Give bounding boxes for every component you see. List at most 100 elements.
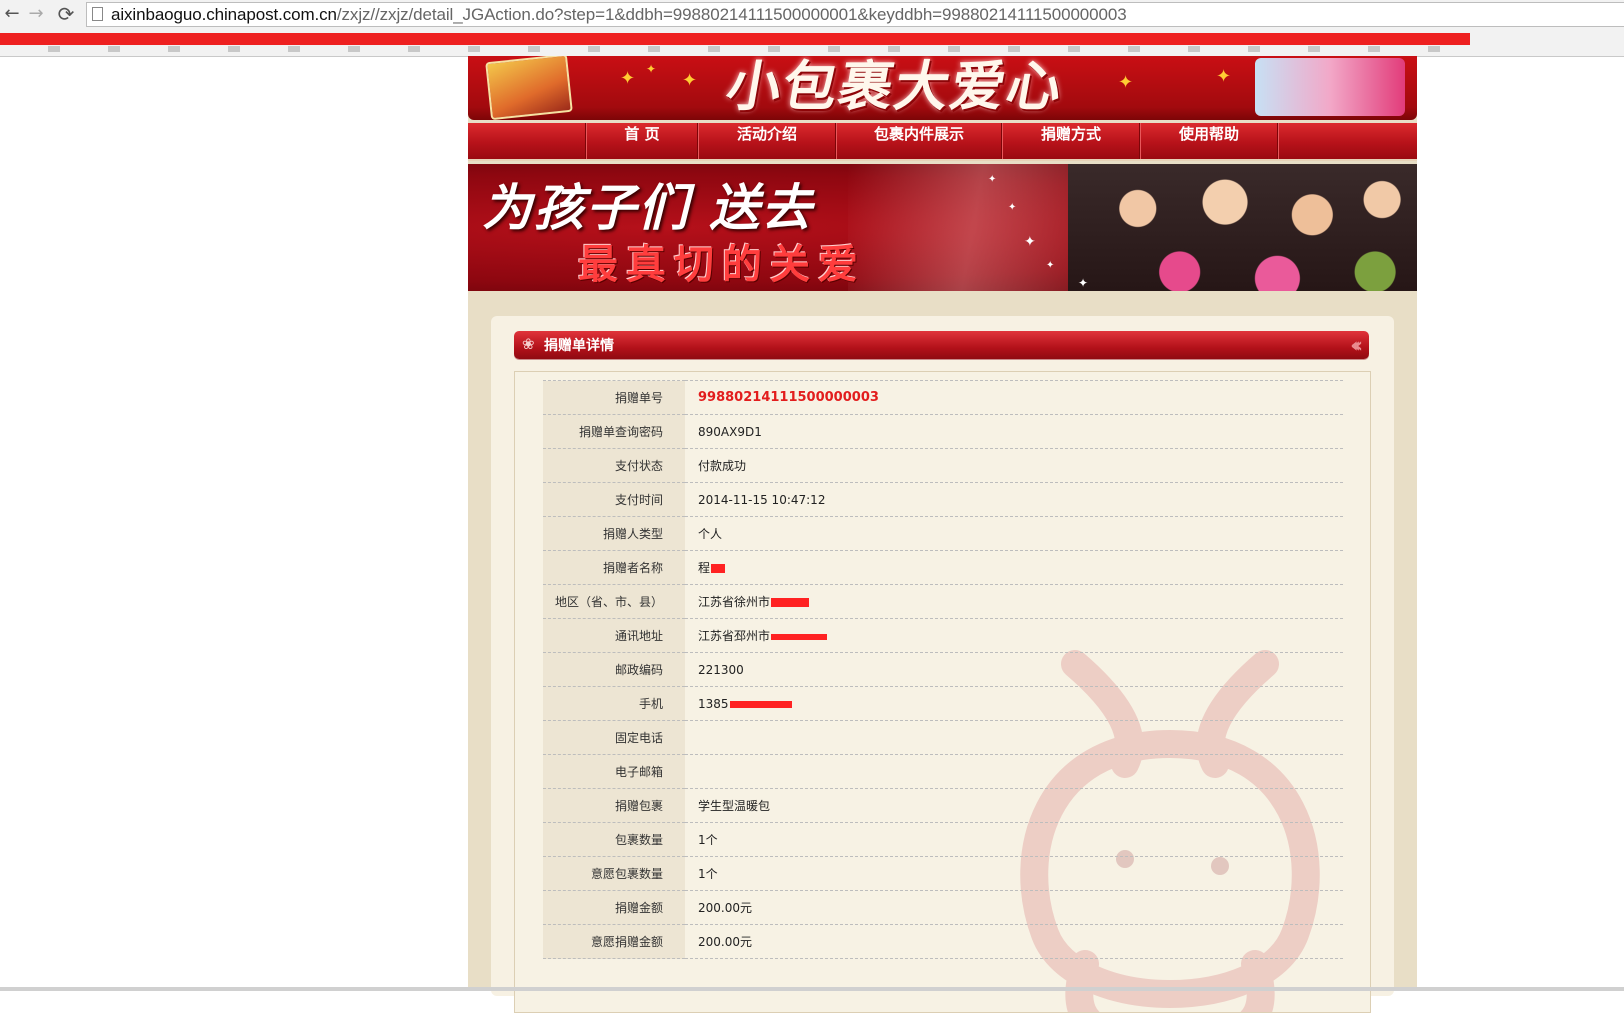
field-label: 捐赠金额 [543,890,685,925]
donation-number: 99880214111500000003 [685,380,1343,415]
table-row: 捐赠金额 200.00元 [543,890,1343,925]
section-title: 捐赠单详情 [544,338,614,354]
landline-phone [685,720,1343,755]
field-label: 意愿捐赠金额 [543,924,685,959]
email [685,754,1343,789]
field-label: 捐赠单号 [543,380,685,415]
field-label: 支付时间 [543,482,685,517]
field-label: 固定电话 [543,720,685,755]
redaction-mark [771,598,810,607]
table-row: 捐赠包裹 学生型温暖包 [543,788,1343,823]
redaction-mark [729,700,792,708]
mobile-text: 1385 [698,696,729,711]
back-icon[interactable]: ← [0,2,24,26]
intended-donation-amount: 200.00元 [685,924,1343,959]
sparkle-icon: ✦ [1078,276,1089,290]
table-row: 手机 1385 [543,686,1343,721]
mobile-phone: 1385 [685,686,1343,721]
school-supplies-image [1255,58,1405,116]
donation-detail-box: 捐赠单号 99880214111500000003 捐赠单查询密码 890AX9… [514,371,1371,1013]
table-row: 包裹数量 1个 [543,822,1343,857]
url-text[interactable]: aixinbaoguo.chinapost.com.cn/zxjz//zxjz/… [111,5,1127,25]
redaction-mark [711,564,726,573]
field-label: 地区（省、市、县） [543,584,685,619]
url-host: aixinbaoguo.chinapost.com.cn [111,5,337,24]
sparkle-icon: ✦ [1046,260,1055,271]
query-password: 890AX9D1 [685,414,1343,449]
browser-toolbar: ← → ⟳ aixinbaoguo.chinapost.com.cn/zxjz/… [0,0,1624,57]
sparkle-icon: ✦ [988,174,997,185]
content-panel: ❀ 捐赠单详情 ‹‹‹ 捐赠单号 99880214111500000003 捐赠… [491,316,1394,1013]
package-quantity: 1个 [685,822,1343,857]
banner-title: 小包裹大爱心 [721,56,1069,118]
field-label: 电子邮箱 [543,754,685,789]
table-row: 捐赠者名称 程 [543,550,1343,585]
details-table: 捐赠单号 99880214111500000003 捐赠单查询密码 890AX9… [543,380,1343,959]
sparkle-icon: ✦ [1024,234,1036,250]
promo-headline: 为孩子们 送去 [482,178,814,237]
main-nav: 首 页 活动介绍 包裹内件展示 捐赠方式 使用帮助 [468,123,1417,161]
sparkle-icon: ✦ [1008,202,1017,213]
address-text: 江苏省邳州市 [698,629,771,643]
page-icon [92,7,103,21]
horizontal-scrollbar[interactable] [0,987,1624,991]
payment-status: 付款成功 [685,448,1343,483]
swirl-icon: ❀ [522,335,535,353]
table-row: 捐赠单查询密码 890AX9D1 [543,414,1343,449]
bookmark-items[interactable] [0,46,1470,52]
field-label: 意愿包裹数量 [543,856,685,891]
nav-help[interactable]: 使用帮助 [1139,123,1278,159]
table-row: 地区（省、市、县） 江苏省徐州市 [543,584,1343,619]
gift-box-image [485,56,573,120]
field-label: 通讯地址 [543,618,685,653]
site-container: 小包裹大爱心 ✦ ✦ ✦ ✦ ✦ 首 页 活动介绍 包裹内件展示 捐赠方式 使用… [468,56,1417,1013]
payment-time: 2014-11-15 10:47:12 [685,482,1343,517]
children-photo [1068,164,1417,291]
header-banner: 小包裹大爱心 ✦ ✦ ✦ ✦ ✦ [468,56,1417,120]
forward-icon[interactable]: → [24,2,48,26]
donor-name: 程 [685,550,1343,585]
intended-package-quantity: 1个 [685,856,1343,891]
field-label: 手机 [543,686,685,721]
redaction-mark [771,633,828,640]
bookmarks-bar [0,31,1624,55]
star-icon: ✦ [1118,72,1134,93]
table-row: 固定电话 [543,720,1343,755]
field-label: 捐赠人类型 [543,516,685,551]
nav-activity-intro[interactable]: 活动介绍 [697,123,836,159]
nav-donation-methods[interactable]: 捐赠方式 [1001,123,1140,159]
field-label: 捐赠单查询密码 [543,414,685,449]
nav-divider [1277,123,1279,159]
address-bar[interactable]: aixinbaoguo.chinapost.com.cn/zxjz//zxjz/… [86,2,1624,27]
star-icon: ✦ [1216,66,1232,87]
star-icon: ✦ [620,68,636,89]
field-label: 包裹数量 [543,822,685,857]
table-row: 支付时间 2014-11-15 10:47:12 [543,482,1343,517]
table-row: 意愿捐赠金额 200.00元 [543,924,1343,959]
table-row: 邮政编码 221300 [543,652,1343,687]
nav-package-contents[interactable]: 包裹内件展示 [835,123,1002,159]
nav-home[interactable]: 首 页 [585,123,698,159]
region: 江苏省徐州市 [685,584,1343,619]
field-label: 邮政编码 [543,652,685,687]
url-path: /zxjz//zxjz/detail_JGAction.do?step=1&dd… [336,5,1127,24]
postal-code: 221300 [685,652,1343,687]
donation-amount: 200.00元 [685,890,1343,925]
field-label: 捐赠包裹 [543,788,685,823]
table-row: 意愿包裹数量 1个 [543,856,1343,891]
star-icon: ✦ [646,62,657,76]
promo-subheadline: 最真切的关爱 [578,241,866,288]
table-row: 支付状态 付款成功 [543,448,1343,483]
mailing-address: 江苏省邳州市 [685,618,1343,653]
table-row: 通讯地址 江苏省邳州市 [543,618,1343,653]
table-row: 电子邮箱 [543,754,1343,789]
field-label: 支付状态 [543,448,685,483]
promo-banner: 为孩子们 送去 最真切的关爱 ✦ ✦ ✦ ✦ ✦ [468,164,1417,291]
donor-name-text: 程 [698,561,711,575]
section-header: ❀ 捐赠单详情 ‹‹‹ [514,331,1369,359]
table-row: 捐赠人类型 个人 [543,516,1343,551]
donor-type: 个人 [685,516,1343,551]
reload-icon[interactable]: ⟳ [54,2,78,26]
region-text: 江苏省徐州市 [698,595,771,609]
donated-package: 学生型温暖包 [685,788,1343,823]
